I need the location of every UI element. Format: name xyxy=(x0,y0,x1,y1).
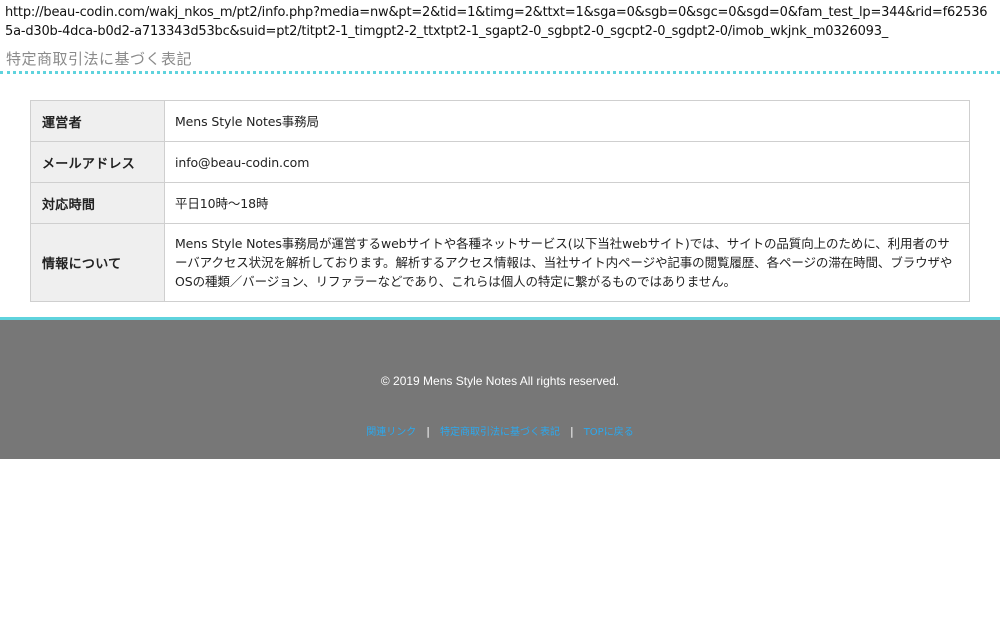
dotted-divider xyxy=(0,71,1000,74)
row-value-information: Mens Style Notes事務局が運営するwebサイトや各種ネットサービス… xyxy=(164,223,970,302)
info-table: 運営者 Mens Style Notes事務局 メールアドレス info@bea… xyxy=(30,100,970,302)
row-value-hours: 平日10時～18時 xyxy=(164,182,970,224)
table-row: 運営者 Mens Style Notes事務局 xyxy=(30,100,970,142)
back-to-top-link[interactable]: TOPに戻る xyxy=(584,427,634,438)
table-row: 情報について Mens Style Notes事務局が運営するwebサイトや各種… xyxy=(30,223,970,302)
link-separator: | xyxy=(569,425,574,438)
page-url-text: http://beau-codin.com/wakj_nkos_m/pt2/in… xyxy=(5,5,988,39)
row-label-information: 情報について xyxy=(30,223,165,302)
copyright-text: © 2019 Mens Style Notes All rights reser… xyxy=(380,374,620,388)
related-links-link[interactable]: 関連リンク xyxy=(366,427,416,438)
table-row: 対応時間 平日10時～18時 xyxy=(30,182,970,224)
row-label-hours: 対応時間 xyxy=(30,182,165,224)
row-value-email: info@beau-codin.com xyxy=(164,141,970,183)
row-value-operator: Mens Style Notes事務局 xyxy=(164,100,970,142)
commercial-law-link[interactable]: 特定商取引法に基づく表記 xyxy=(440,427,560,438)
footer: © 2019 Mens Style Notes All rights reser… xyxy=(0,317,1000,459)
footer-links: 関連リンク | 特定商取引法に基づく表記 | TOPに戻る xyxy=(0,423,1000,438)
row-label-email: メールアドレス xyxy=(30,141,165,183)
table-row: メールアドレス info@beau-codin.com xyxy=(30,141,970,183)
row-label-operator: 運営者 xyxy=(30,100,165,142)
link-separator: | xyxy=(426,425,430,438)
page-title: 特定商取引法に基づく表記 xyxy=(6,50,193,68)
